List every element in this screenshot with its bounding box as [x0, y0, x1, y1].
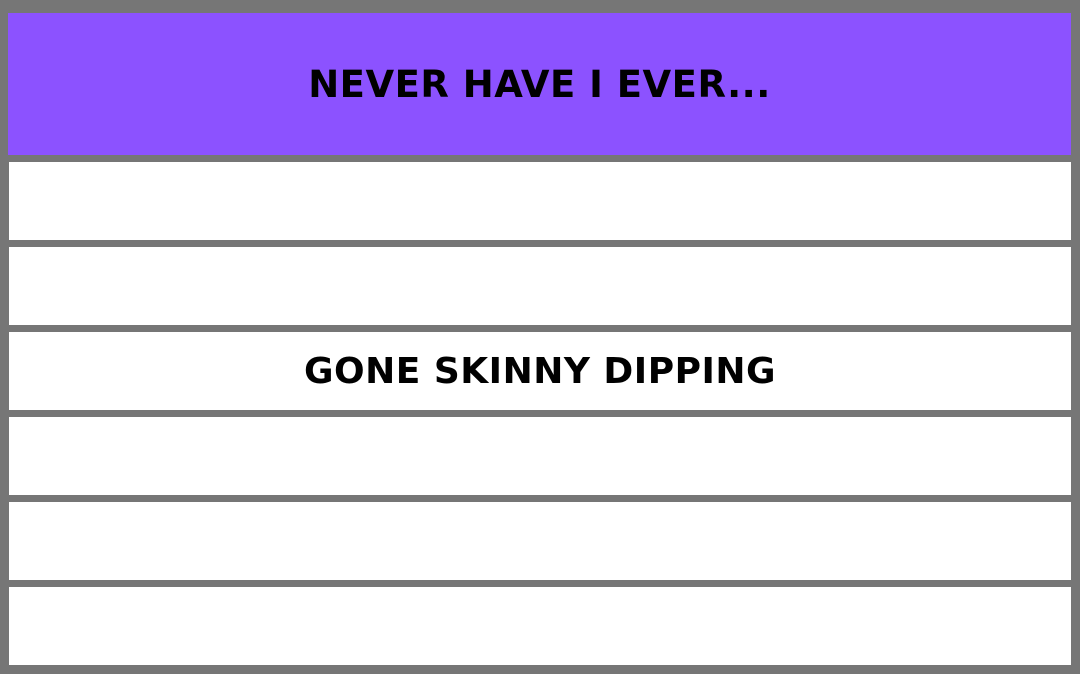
header-banner: NEVER HAVE I EVER... — [8, 13, 1071, 155]
table-row — [9, 587, 1071, 665]
table-row — [9, 502, 1071, 580]
row-text: GONE SKINNY DIPPING — [303, 350, 777, 392]
table-row — [9, 417, 1071, 495]
table-row — [9, 162, 1071, 240]
header-title: NEVER HAVE I EVER... — [308, 62, 771, 106]
table-row — [9, 247, 1071, 325]
table-row: GONE SKINNY DIPPING — [9, 332, 1071, 410]
